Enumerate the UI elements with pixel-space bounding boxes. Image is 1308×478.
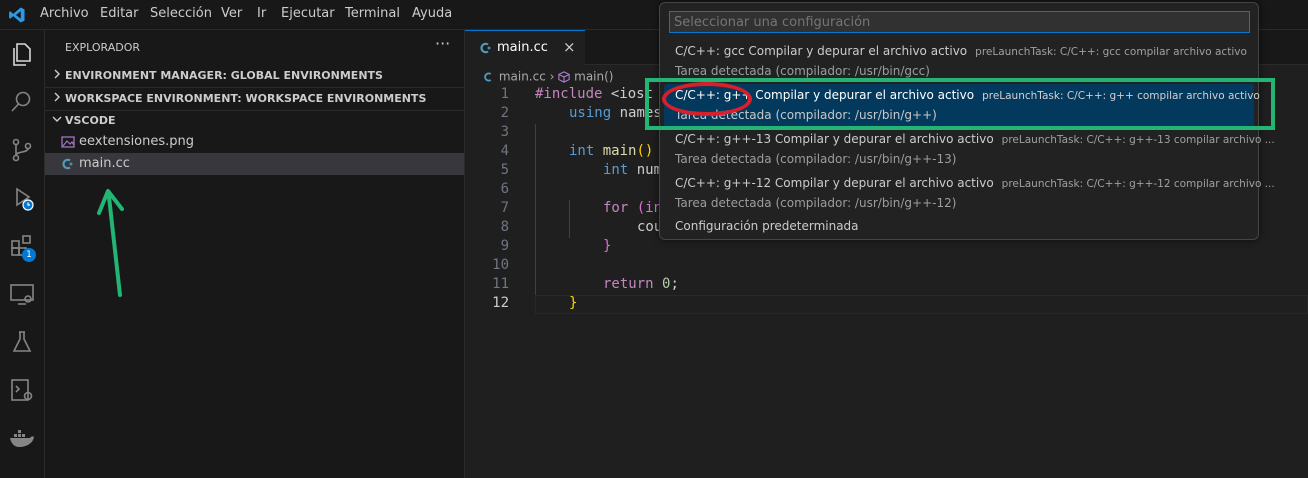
line-number: 3 [500, 124, 509, 140]
close-icon[interactable]: × [563, 38, 576, 56]
quick-pick-item-default-config[interactable]: Configuración predeterminada [675, 219, 859, 233]
item-detail: Tarea detectada (compilador: /usr/bin/g+… [675, 152, 957, 166]
extensions-icon[interactable]: 1 [8, 232, 36, 262]
section-label: ENVIRONMENT MANAGER: GLOBAL ENVIRONMENTS [65, 69, 383, 82]
tab-main-cc[interactable]: main.cc × [465, 30, 585, 65]
code-line: 10 [465, 257, 1308, 276]
code-token: } [569, 295, 578, 311]
line-number: 8 [500, 219, 509, 235]
search-icon[interactable] [8, 88, 36, 116]
code-token: for [603, 200, 629, 216]
menu-archivo[interactable]: Archivo [40, 6, 89, 21]
chevron-down-icon [52, 116, 62, 122]
item-detail: Tarea detectada (compilador: /usr/bin/gc… [675, 64, 930, 78]
item-detail: Tarea detectada (compilador: /usr/bin/g+… [675, 196, 957, 210]
section-label: VSCODE [65, 114, 116, 127]
run-debug-icon[interactable] [8, 184, 36, 212]
item-label: C/C++: gcc Compilar y depurar el archivo… [675, 44, 968, 58]
image-file-icon [61, 136, 75, 148]
arrow-up-annotation [97, 189, 124, 297]
menu-terminal[interactable]: Terminal [345, 6, 400, 21]
quick-pick-item-gpp-13[interactable]: C/C++: g++-13 Compilar y depurar el arch… [664, 128, 1275, 172]
breadcrumb: main.cc › main() [483, 69, 613, 84]
code-token: using [569, 105, 612, 121]
item-label: C/C++: g++-12 Compilar y depurar el arch… [675, 176, 994, 190]
cpp-file-icon [480, 42, 491, 54]
tab-label: main.cc [497, 40, 548, 55]
line-number: 4 [500, 143, 509, 159]
menu-ejecutar[interactable]: Ejecutar [281, 6, 335, 21]
cpp-file-icon [484, 72, 492, 81]
menu-ver[interactable]: Ver [221, 6, 242, 21]
line-number: 2 [500, 105, 509, 121]
menu-editar[interactable]: Editar [100, 6, 139, 21]
section-global-environments[interactable]: ENVIRONMENT MANAGER: GLOBAL ENVIRONMENTS [45, 65, 464, 87]
remote-settings-icon[interactable] [8, 376, 36, 404]
remote-explorer-icon[interactable] [8, 280, 36, 308]
explorer-icon[interactable] [8, 40, 36, 68]
breadcrumb-symbol[interactable]: main() [574, 70, 613, 84]
highlight-circle-annotation [662, 82, 752, 116]
file-name: main.cc [79, 156, 130, 171]
testing-icon[interactable] [8, 328, 36, 356]
line-number: 12 [492, 295, 509, 311]
code-line: 12 } [465, 295, 1308, 314]
item-description: preLaunchTask: C/C++: g++-13 compilar ar… [1001, 134, 1275, 146]
activity-bar: 1 [0, 30, 45, 478]
item-description: preLaunchTask: C/C++: g++-12 compilar ar… [1001, 178, 1275, 190]
line-number: 5 [500, 162, 509, 178]
line-number: 6 [500, 181, 509, 197]
explorer-title: EXPLORADOR [65, 41, 141, 54]
item-description: preLaunchTask: C/C++: gcc compilar archi… [975, 46, 1247, 58]
menu-ayuda[interactable]: Ayuda [412, 6, 452, 21]
chevron-right-icon [54, 92, 60, 102]
code-line: 9 } [465, 238, 1308, 257]
section-label: WORKSPACE ENVIRONMENT: WORKSPACE ENVIRON… [65, 92, 427, 105]
line-number: 7 [500, 200, 509, 216]
source-control-icon[interactable] [8, 136, 36, 164]
line-number: 1 [500, 86, 509, 102]
menu-seleccion[interactable]: Selección [150, 6, 212, 21]
more-actions-button[interactable]: ··· [435, 34, 450, 53]
code-token: #include [535, 86, 603, 102]
line-number: 11 [492, 276, 509, 292]
symbol-method-icon [558, 70, 570, 83]
code-token: main [602, 143, 637, 159]
menu-ir[interactable]: Ir [257, 6, 266, 21]
code-token: int [569, 143, 595, 159]
code-line: 11 return 0; [465, 276, 1308, 295]
item-label: C/C++: g++-13 Compilar y depurar el arch… [675, 132, 994, 146]
code-token: int [603, 162, 629, 178]
section-vscode[interactable]: VSCODE [45, 110, 464, 132]
chevron-right-icon [54, 69, 60, 79]
code-token: (in [628, 200, 663, 216]
section-workspace-environments[interactable]: WORKSPACE ENVIRONMENT: WORKSPACE ENVIRON… [45, 88, 464, 110]
quick-pick-item-gpp-12[interactable]: C/C++: g++-12 Compilar y depurar el arch… [664, 172, 1275, 216]
docker-icon[interactable] [8, 424, 36, 452]
extensions-badge: 1 [22, 248, 36, 262]
cpp-file-icon [62, 158, 73, 170]
configuration-search-input[interactable] [669, 11, 1250, 33]
breadcrumb-separator: › [549, 69, 555, 84]
file-main-cc[interactable]: main.cc [45, 153, 464, 175]
code-token: () [636, 143, 654, 159]
line-number: 10 [492, 257, 509, 273]
file-name: eextensiones.png [79, 134, 195, 149]
code-token: } [603, 238, 612, 254]
file-eextensiones-png[interactable]: eextensiones.png [45, 131, 464, 153]
vscode-logo-icon [9, 7, 25, 23]
code-token: return [603, 276, 654, 292]
code-token: num [628, 162, 663, 178]
breadcrumb-file[interactable]: main.cc [499, 70, 546, 84]
line-number: 9 [500, 238, 509, 254]
code-token: ; [670, 276, 679, 292]
